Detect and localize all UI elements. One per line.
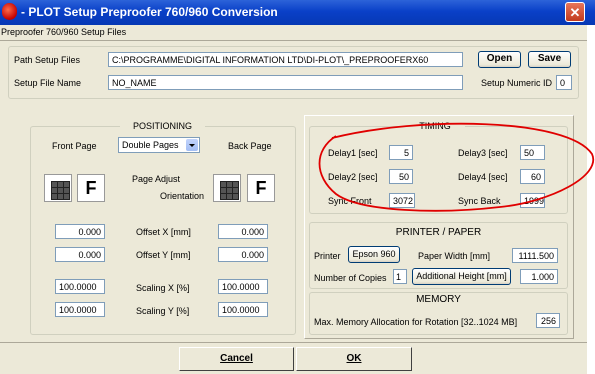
- positioning-title: POSITIONING: [120, 121, 205, 131]
- open-button[interactable]: Open: [478, 51, 521, 68]
- page-mode-dropdown[interactable]: Double Pages: [118, 137, 200, 153]
- ok-button[interactable]: OK: [296, 347, 412, 371]
- back-page-label: Back Page: [228, 141, 272, 151]
- front-offset-x-input[interactable]: 0.000: [55, 224, 105, 239]
- setup-file-input[interactable]: NO_NAME: [108, 75, 463, 90]
- paper-width-label: Paper Width [mm]: [418, 251, 491, 261]
- memory-input[interactable]: 256: [536, 313, 560, 328]
- printer-select-button[interactable]: Epson 960: [348, 246, 400, 263]
- setup-file-label: Setup File Name: [14, 78, 82, 88]
- page-mode-value: Double Pages: [122, 140, 179, 150]
- front-scaling-y-input[interactable]: 100.0000: [55, 302, 105, 317]
- grid-icon: [51, 181, 70, 200]
- chevron-down-icon: [186, 139, 198, 151]
- orientation-label: Orientation: [159, 191, 204, 201]
- grid-icon: [220, 181, 239, 200]
- printer-label: Printer: [314, 251, 341, 261]
- back-orientation-button[interactable]: F: [247, 174, 275, 202]
- app-icon: [2, 3, 17, 20]
- offset-y-label: Offset Y [mm]: [136, 250, 191, 260]
- additional-height-button[interactable]: Additional Height [mm]: [412, 268, 511, 285]
- divider: [0, 40, 587, 41]
- close-button[interactable]: ✕: [565, 2, 585, 22]
- page-adjust-label: Page Adjust: [132, 174, 181, 184]
- front-scaling-x-input[interactable]: 100.0000: [55, 279, 105, 294]
- offset-x-label: Offset X [mm]: [136, 227, 191, 237]
- front-layout-grid-button[interactable]: [44, 174, 72, 202]
- front-orientation-button[interactable]: F: [77, 174, 105, 202]
- window-title: - PLOT Setup Preproofer 760/960 Conversi…: [21, 5, 278, 19]
- back-offset-x-input[interactable]: 0.000: [218, 224, 268, 239]
- cancel-button[interactable]: Cancel: [179, 347, 294, 371]
- printer-title: PRINTER / PAPER: [395, 227, 482, 238]
- back-offset-y-input[interactable]: 0.000: [218, 247, 268, 262]
- memory-label: Max. Memory Allocation for Rotation [32.…: [314, 317, 518, 327]
- subheader: Preproofer 760/960 Setup Files: [1, 27, 127, 37]
- cancel-label: Cancel: [220, 353, 253, 364]
- path-label: Path Setup Files: [14, 55, 81, 65]
- back-layout-grid-button[interactable]: [213, 174, 241, 202]
- paper-width-input[interactable]: 1111.500: [512, 248, 558, 263]
- front-offset-y-input[interactable]: 0.000: [55, 247, 105, 262]
- back-scaling-x-input[interactable]: 100.0000: [218, 279, 268, 294]
- save-button[interactable]: Save: [528, 51, 571, 68]
- numeric-id-input[interactable]: 0: [556, 75, 572, 90]
- copies-label: Number of Copies: [314, 273, 387, 283]
- scaling-x-label: Scaling X [%]: [136, 283, 190, 293]
- path-input[interactable]: C:\PROGRAMME\DIGITAL INFORMATION LTD\DI-…: [108, 52, 463, 67]
- ok-label: OK: [346, 353, 362, 364]
- annotation-ellipse: [318, 122, 595, 212]
- front-page-label: Front Page: [52, 141, 97, 151]
- footer-divider: [0, 342, 587, 343]
- numeric-id-label: Setup Numeric ID: [480, 78, 552, 88]
- memory-title: MEMORY: [416, 294, 461, 305]
- back-scaling-y-input[interactable]: 100.0000: [218, 302, 268, 317]
- scaling-y-label: Scaling Y [%]: [136, 306, 190, 316]
- copies-input[interactable]: 1: [393, 269, 407, 284]
- additional-height-input[interactable]: 1.000: [520, 269, 558, 284]
